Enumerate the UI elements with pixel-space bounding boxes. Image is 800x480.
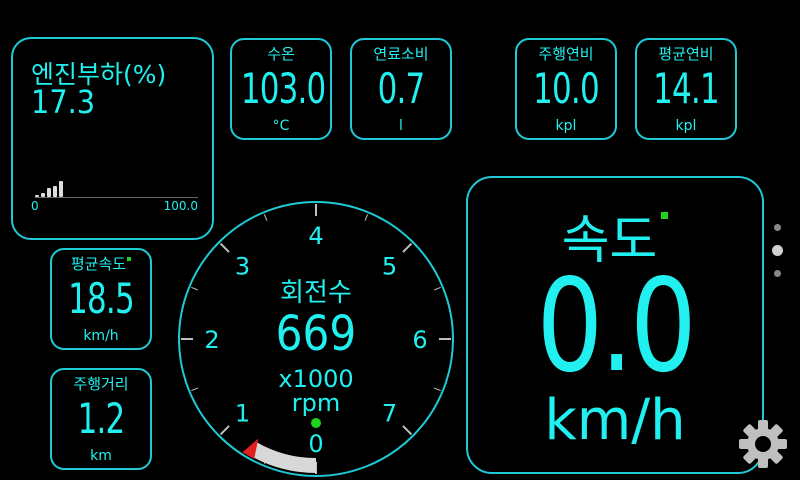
avg-speed-value: 18.5: [68, 274, 135, 323]
tachometer-tick-label: 7: [382, 400, 397, 428]
trip-mileage-value: 10.0: [533, 64, 600, 113]
coolant-temp-label: 수온: [267, 45, 295, 63]
trip-distance-value: 1.2: [77, 394, 126, 443]
tachometer-major-tick: [219, 242, 230, 253]
rpm-label: 회전수: [280, 278, 352, 308]
tachometer-minor-tick: [364, 214, 369, 221]
tachometer-tick-label: 4: [308, 222, 323, 250]
engine-load-bar: [53, 186, 57, 197]
speed-unit: km/h: [544, 388, 686, 453]
speed-value: 0.0: [536, 252, 696, 401]
rpm-indicator-dot: [311, 418, 321, 428]
trip-distance-label: 주행거리: [73, 375, 129, 393]
tachometer-tick-label: 5: [382, 252, 397, 280]
tachometer-tick-label: 1: [235, 400, 250, 428]
tachometer-tick-label: 0: [308, 430, 323, 458]
avg-mileage-value: 14.1: [653, 64, 720, 113]
tachometer-tick-label: 3: [235, 252, 250, 280]
speed-panel[interactable]: 속도 0.0 km/h: [466, 176, 764, 474]
tachometer-major-tick: [402, 242, 413, 253]
avg-speed-unit: km/h: [83, 328, 119, 344]
tachometer-level-arc: [248, 441, 316, 473]
tachometer-minor-tick: [434, 387, 441, 392]
tachometer-minor-tick: [191, 387, 198, 392]
trip-distance-unit: km: [90, 448, 112, 464]
trip-mileage-unit: kpl: [555, 118, 577, 134]
engine-load-bars: [35, 177, 75, 197]
tachometer-minor-tick: [434, 286, 441, 291]
fuel-consumption-value: 0.7: [377, 64, 426, 113]
engine-load-value: 17.3: [31, 83, 96, 121]
tachometer-tick-label: 6: [412, 326, 427, 354]
coolant-temp-value: 103.0: [240, 64, 326, 113]
trip-mileage-panel[interactable]: 주행연비 10.0 kpl: [515, 38, 617, 140]
trip-distance-panel[interactable]: 주행거리 1.2 km: [50, 368, 152, 470]
fuel-consumption-label: 연료소비: [373, 45, 429, 63]
engine-load-bar: [47, 188, 51, 197]
pager-dot-1[interactable]: [774, 224, 781, 231]
tachometer-minor-tick: [263, 214, 268, 221]
coolant-temp-unit: °C: [272, 118, 290, 134]
speed-indicator: [661, 212, 669, 219]
rpm-value: 669: [276, 305, 357, 361]
rpm-unit: rpm: [292, 389, 340, 417]
avg-speed-indicator: [127, 257, 132, 261]
tachometer-major-tick: [219, 425, 230, 436]
fuel-consumption-panel[interactable]: 연료소비 0.7 l: [350, 38, 452, 140]
pager-dot-3[interactable]: [774, 270, 781, 277]
avg-mileage-label: 평균연비: [658, 45, 714, 63]
avg-speed-panel[interactable]: 평균속도 18.5 km/h: [50, 248, 152, 350]
gear-icon[interactable]: [737, 418, 789, 470]
engine-load-bar: [59, 181, 63, 197]
engine-load-axis: [35, 197, 198, 198]
engine-load-axis-min: 0: [31, 199, 39, 213]
trip-mileage-label: 주행연비: [538, 45, 594, 63]
avg-mileage-unit: kpl: [675, 118, 697, 134]
avg-mileage-panel[interactable]: 평균연비 14.1 kpl: [635, 38, 737, 140]
pager-dot-2[interactable]: [772, 245, 783, 256]
tachometer-major-tick: [402, 425, 413, 436]
tachometer-minor-tick: [191, 286, 198, 291]
avg-speed-label: 평균속도: [70, 255, 127, 273]
coolant-temp-panel[interactable]: 수온 103.0 °C: [230, 38, 332, 140]
fuel-consumption-unit: l: [399, 118, 403, 134]
tachometer-tick-label: 2: [204, 326, 219, 354]
tachometer-gauge[interactable]: 01234567 회전수 669 x1000 rpm: [176, 199, 456, 480]
